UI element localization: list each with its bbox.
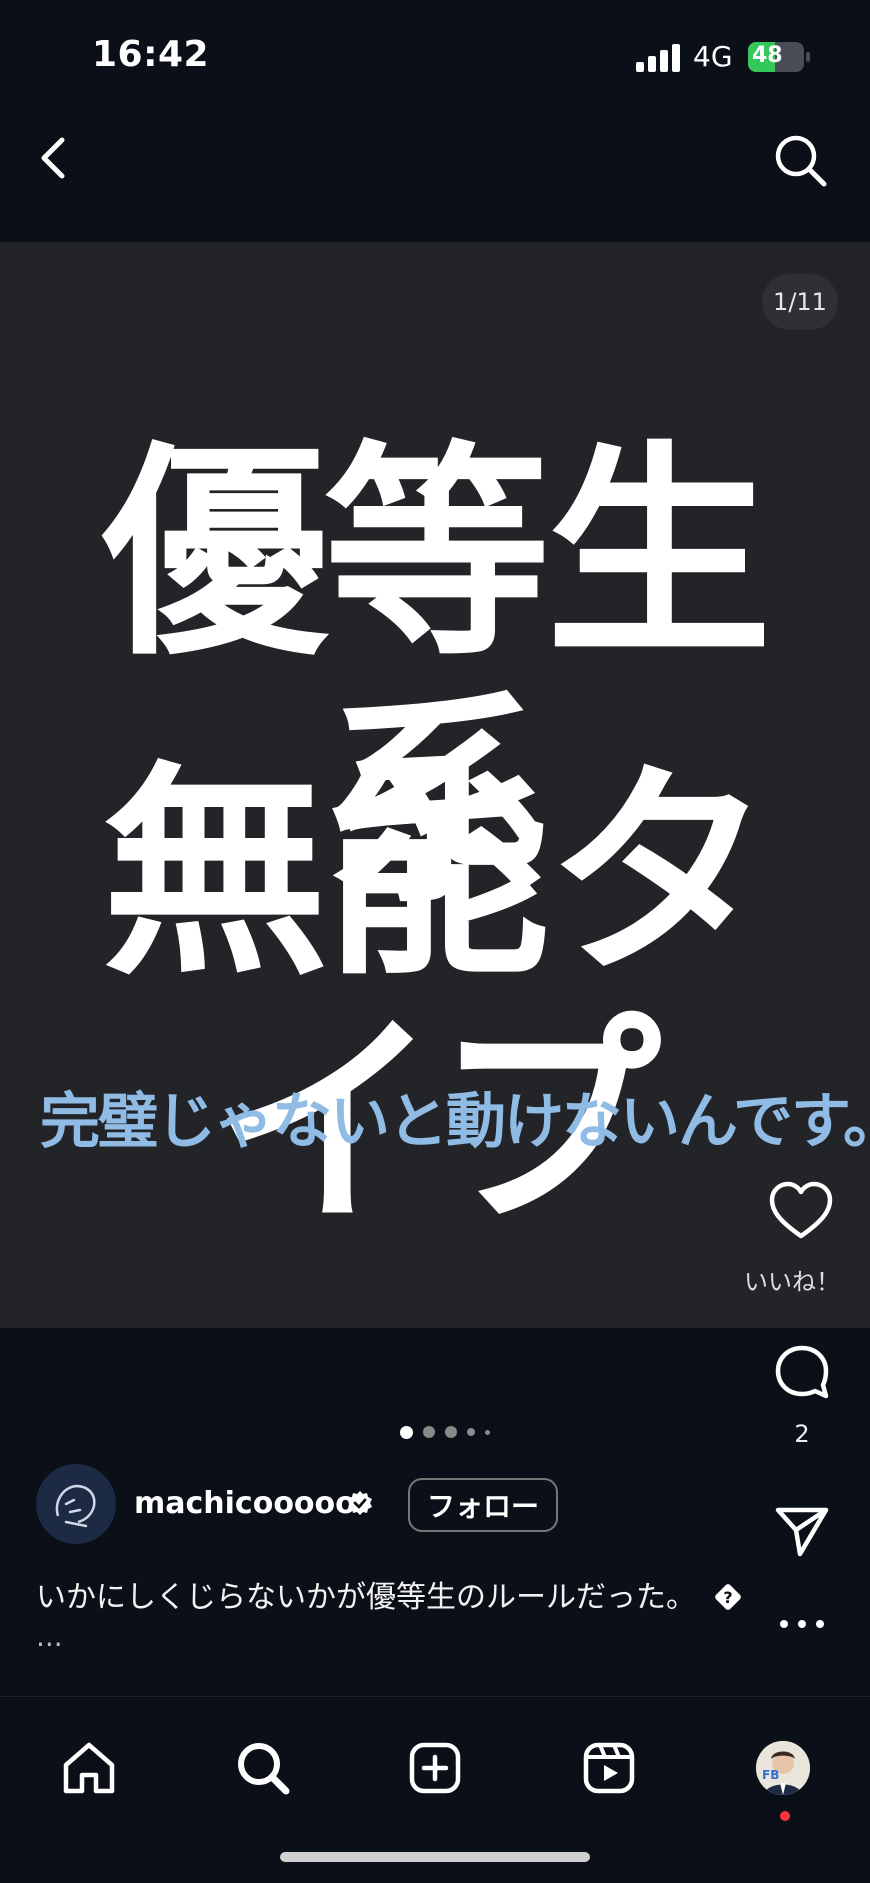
battery-percent: 48	[752, 43, 783, 68]
send-icon	[775, 1507, 829, 1557]
caption-text: いかにしくじらないかが優等生のルールだった。	[36, 1580, 696, 1615]
slide-counter: 1/11	[762, 274, 838, 330]
carousel-dot	[467, 1428, 475, 1436]
profile-avatar: FB	[756, 1741, 810, 1795]
like-button[interactable]	[768, 1180, 834, 1242]
more-icon	[780, 1620, 824, 1628]
network-type: 4G	[693, 40, 733, 73]
signal-strength-icon	[636, 42, 680, 72]
search-button[interactable]	[770, 130, 830, 190]
caption[interactable]: いかにしくじらないかが優等生のルールだった。 ?	[36, 1572, 742, 1616]
username[interactable]: machicooooo	[134, 1486, 356, 1521]
caption-more[interactable]: ...	[36, 1620, 63, 1653]
home-icon	[63, 1742, 115, 1794]
heart-icon	[769, 1181, 833, 1239]
reels-icon	[583, 1742, 635, 1794]
chevron-left-icon	[41, 137, 65, 179]
verified-badge-icon	[346, 1490, 374, 1518]
svg-text:?: ?	[723, 1588, 732, 1607]
comment-count: 2	[794, 1420, 810, 1448]
question-emoji-icon: ?	[714, 1583, 742, 1611]
account-avatar[interactable]	[36, 1464, 116, 1544]
search-icon	[775, 135, 827, 187]
carousel-dot-active	[400, 1425, 413, 1439]
more-options-button[interactable]	[776, 1610, 828, 1638]
home-indicator	[280, 1852, 590, 1862]
post-title-line-2: 無能タイプ	[101, 743, 772, 1256]
nav-profile-button[interactable]: FB	[748, 1733, 818, 1821]
notification-dot	[780, 1811, 790, 1821]
nav-home-button[interactable]	[54, 1733, 124, 1803]
carousel-indicator	[400, 1422, 510, 1442]
carousel-dot	[423, 1426, 435, 1438]
create-icon	[409, 1742, 461, 1794]
comment-button[interactable]	[772, 1342, 832, 1404]
avatar-illustration-icon	[55, 1484, 96, 1528]
back-button[interactable]	[34, 130, 74, 186]
carousel-dot	[445, 1426, 457, 1438]
nav-create-button[interactable]	[400, 1733, 470, 1803]
share-button[interactable]	[772, 1500, 832, 1560]
post-subtitle: 完璧じゃないと動けないんです。	[40, 1087, 870, 1157]
nav-search-button[interactable]	[228, 1733, 298, 1803]
carousel-dot	[485, 1429, 490, 1435]
comment-icon	[775, 1345, 829, 1399]
follow-button[interactable]: フォロー	[408, 1478, 558, 1532]
svg-text:FB: FB	[762, 1768, 779, 1782]
status-time: 16:42	[92, 34, 210, 75]
nav-reels-button[interactable]	[574, 1733, 644, 1803]
search-icon	[238, 1743, 290, 1795]
battery-icon: 48	[748, 42, 810, 72]
like-label: いいね！	[744, 1268, 840, 1296]
